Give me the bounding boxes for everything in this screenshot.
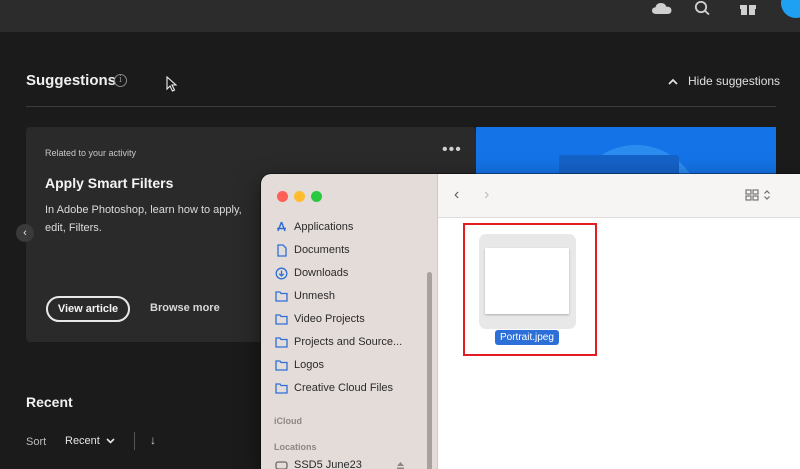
sidebar-item-documents[interactable]: Documents <box>275 240 350 260</box>
folder-icon <box>275 291 288 302</box>
sidebar-item-label: Logos <box>294 359 324 371</box>
more-options-icon[interactable]: ••• <box>442 141 462 159</box>
sidebar-item-label: SSD5 June23 <box>294 459 362 469</box>
sidebar-item-unmesh[interactable]: Unmesh <box>275 286 335 306</box>
sidebar-item-projects-and-source[interactable]: Projects and Source... <box>275 332 402 352</box>
sidebar-item-label: Downloads <box>294 267 349 279</box>
image-preview <box>485 248 569 314</box>
cloud-icon[interactable] <box>651 0 673 16</box>
search-icon[interactable] <box>693 0 713 16</box>
sidebar-item-label: Unmesh <box>294 290 335 302</box>
folder-icon <box>275 383 288 394</box>
finder-toolbar: ‹ › <box>438 174 800 218</box>
carousel-prev-button[interactable]: ‹ <box>16 224 34 242</box>
zoom-window-button[interactable] <box>311 191 322 202</box>
thumbnail-panel <box>559 155 679 175</box>
card-title: Apply Smart Filters <box>45 175 174 191</box>
chevron-down-icon <box>106 438 115 444</box>
view-article-button[interactable]: View article <box>46 296 130 322</box>
view-mode-button[interactable] <box>745 189 771 201</box>
folder-icon <box>275 314 288 325</box>
sort-dropdown[interactable]: Recent <box>65 435 115 447</box>
sidebar-item-applications[interactable]: Applications <box>275 217 353 237</box>
sidebar-item-creative-cloud-files[interactable]: Creative Cloud Files <box>275 378 393 398</box>
downloads-icon <box>275 267 288 279</box>
chevron-up-icon <box>668 78 678 85</box>
sidebar-heading-icloud: iCloud <box>274 416 302 426</box>
file-thumbnail[interactable] <box>479 234 576 329</box>
mouse-cursor-icon <box>166 76 177 92</box>
forward-button[interactable]: › <box>484 186 489 204</box>
card-context-label: Related to your activity <box>45 148 137 158</box>
finder-sidebar: Applications Documents Downloads Unmesh … <box>261 174 438 469</box>
recent-title: Recent <box>26 394 73 410</box>
applications-icon <box>277 221 286 231</box>
folder-icon <box>275 337 288 348</box>
finder-file-area[interactable]: Portrait.jpeg <box>438 218 800 469</box>
sort-value: Recent <box>65 435 100 447</box>
sidebar-item-downloads[interactable]: Downloads <box>275 263 348 283</box>
sidebar-item-ssd5[interactable]: SSD5 June23 <box>275 455 405 469</box>
sort-direction-button[interactable]: ↓ <box>150 433 156 447</box>
finder-window[interactable]: Applications Documents Downloads Unmesh … <box>261 174 800 469</box>
avatar[interactable] <box>781 0 800 18</box>
disk-icon <box>275 461 288 469</box>
file-name-label[interactable]: Portrait.jpeg <box>495 330 559 345</box>
sidebar-item-label: Documents <box>294 244 350 256</box>
sidebar-item-video-projects[interactable]: Video Projects <box>275 309 365 329</box>
top-app-bar <box>0 0 800 32</box>
sidebar-item-label: Applications <box>294 221 354 233</box>
folder-icon <box>275 360 288 371</box>
updown-chevron-icon <box>764 190 770 200</box>
sidebar-heading-locations: Locations <box>274 442 317 452</box>
hide-suggestions-button[interactable]: Hide suggestions <box>668 74 780 88</box>
eject-icon[interactable] <box>396 461 405 469</box>
sort-label: Sort <box>26 436 47 448</box>
suggestion-thumbnail[interactable] <box>476 127 776 175</box>
card-description: In Adobe Photoshop, learn how to apply, … <box>45 204 242 234</box>
browse-more-button[interactable]: Browse more <box>150 302 220 314</box>
minimize-window-button[interactable] <box>294 191 305 202</box>
sort-divider <box>134 432 135 450</box>
grid-icon <box>745 189 759 201</box>
suggestions-title: Suggestions <box>26 72 117 89</box>
info-icon[interactable]: i <box>114 74 127 87</box>
sidebar-item-label: Projects and Source... <box>294 336 403 348</box>
back-button[interactable]: ‹ <box>454 186 459 204</box>
document-icon <box>277 243 287 257</box>
sidebar-item-logos[interactable]: Logos <box>275 355 324 375</box>
section-divider <box>26 106 776 107</box>
sidebar-item-label: Video Projects <box>294 313 365 325</box>
sidebar-scrollbar[interactable] <box>427 272 432 469</box>
close-window-button[interactable] <box>277 191 288 202</box>
gift-icon[interactable] <box>737 0 759 16</box>
hide-suggestions-label: Hide suggestions <box>688 74 781 88</box>
sidebar-item-label: Creative Cloud Files <box>294 382 394 394</box>
